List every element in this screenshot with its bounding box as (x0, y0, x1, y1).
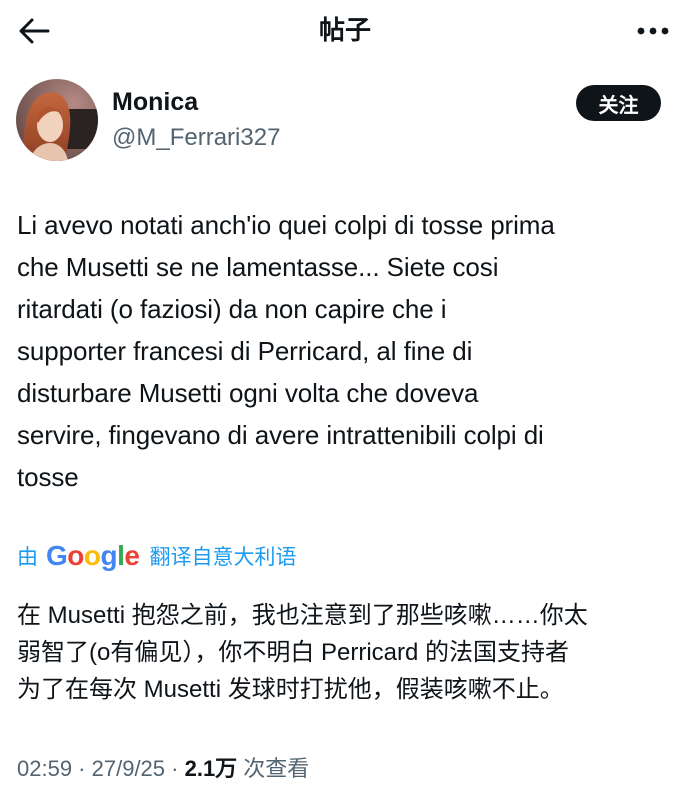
google-logo-letter: l (117, 540, 125, 571)
google-logo-letter: o (67, 540, 84, 571)
post-date[interactable]: 27/9/25 (92, 756, 165, 781)
post-text-line: ritardati (o faziosi) da non capire che … (17, 294, 447, 324)
post-text-line: Li avevo notati anch'io quei colpi di to… (17, 210, 555, 240)
author-handle[interactable]: @M_Ferrari327 (112, 122, 280, 154)
google-logo-letter: G (46, 540, 68, 571)
translated-from-language: 翻译自意大利语 (149, 546, 297, 569)
post-meta: 02:59 · 27/9/25 · 2.1万 次查看 (17, 752, 309, 786)
post-text-line: tosse (17, 462, 79, 492)
post-text-line: servire, fingevano di avere intrattenibi… (17, 420, 544, 450)
google-logo-letter: o (83, 540, 101, 571)
avatar-image (16, 79, 98, 161)
more-options-button[interactable] (630, 14, 676, 48)
post-text-line: che Musetti se ne lamentasse... Siete co… (17, 252, 499, 282)
google-logo-letter: e (124, 540, 140, 571)
meta-separator: · (165, 756, 185, 781)
post-text: Li avevo notati anch'io quei colpi di to… (17, 204, 677, 498)
google-logo-letter: g (100, 540, 118, 571)
follow-button[interactable]: 关注 (576, 85, 661, 121)
avatar[interactable] (16, 79, 98, 161)
translation-attribution[interactable]: 由 Google 翻译自意大利语 (17, 538, 296, 574)
views-count[interactable]: 2.1万 (185, 756, 238, 781)
page-title: 帖子 (318, 15, 371, 45)
translated-text-line: 弱智了(o有偏见），你不明白 Perricard 的法国支持者 (17, 639, 570, 666)
post-text-line: supporter francesi di Perricard, al fine… (17, 336, 473, 366)
google-logo: Google (46, 540, 140, 572)
meta-separator: · (72, 756, 92, 781)
translate-by-label: 由 (17, 546, 38, 569)
translated-text: 在 Musetti 抱怨之前，我也注意到了那些咳嗽……你太 弱智了(o有偏见），… (17, 597, 677, 708)
more-horizontal-icon (637, 27, 669, 35)
top-bar: 帖子 (0, 0, 690, 64)
translated-text-line: 在 Musetti 抱怨之前，我也注意到了那些咳嗽……你太 (17, 602, 588, 629)
post-text-line: disturbare Musetti ogni volta che doveva (17, 378, 479, 408)
views-label: 次查看 (237, 756, 310, 781)
author-name[interactable]: Monica (112, 86, 198, 118)
post-time[interactable]: 02:59 (17, 756, 72, 781)
translated-text-line: 为了在每次 Musetti 发球时打扰他，假装咳嗽不止。 (17, 676, 564, 703)
